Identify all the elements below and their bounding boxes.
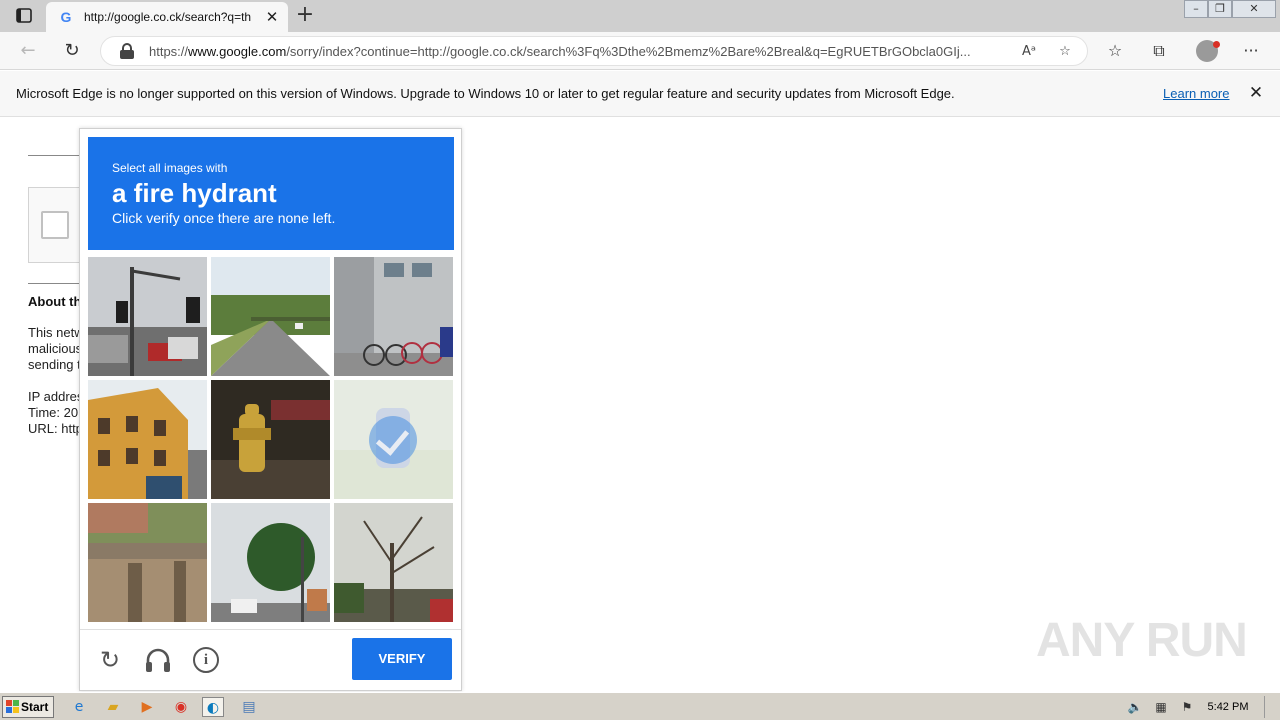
new-tab-button[interactable]: + — [294, 4, 316, 26]
media-player-icon[interactable]: ▶ — [136, 697, 158, 717]
system-tray: 🔈 ▦ ⚑ 5:42 PM — [1120, 696, 1276, 718]
more-menu-icon[interactable]: ··· — [1240, 40, 1262, 62]
divider — [28, 155, 84, 156]
footer-divider — [80, 629, 461, 630]
tab-strip: G http://google.co.ck/search?q=th ✕ + – … — [0, 0, 1280, 32]
edge-icon[interactable]: ◐ — [202, 697, 224, 717]
address-bar[interactable]: https://www.google.com/sorry/index?conti… — [100, 36, 1088, 66]
window-close-button[interactable]: ✕ — [1232, 0, 1276, 18]
url-text[interactable]: https://www.google.com/sorry/index?conti… — [149, 43, 1011, 61]
recaptcha-checkbox[interactable] — [41, 211, 69, 239]
clock[interactable]: 5:42 PM — [1204, 698, 1252, 716]
tile-street-with-trees[interactable] — [211, 503, 330, 622]
action-center-flag-icon[interactable]: ⚑ — [1178, 698, 1196, 716]
unsupported-windows-infobar: Microsoft Edge is no longer supported on… — [0, 71, 1280, 117]
profile-avatar[interactable] — [1196, 40, 1220, 62]
instruction-post: Click verify once there are none left. — [112, 210, 336, 226]
back-icon[interactable]: ← — [16, 39, 40, 63]
ie-icon[interactable]: e — [68, 697, 90, 717]
read-aloud-icon[interactable]: Aᵃ — [1019, 42, 1039, 62]
infobar-message: Microsoft Edge is no longer supported on… — [16, 86, 955, 101]
divider — [28, 283, 84, 284]
recaptcha-challenge: Select all images with a fire hydrant Cl… — [79, 128, 462, 691]
browser-toolbar: ← ↻ https://www.google.com/sorry/index?c… — [0, 32, 1280, 70]
tile-fire-hydrant-faded[interactable] — [334, 380, 453, 499]
show-desktop-button[interactable] — [1264, 696, 1272, 718]
add-favorite-icon[interactable]: ☆ — [1055, 42, 1075, 62]
verify-button[interactable]: VERIFY — [352, 638, 452, 680]
collections-icon[interactable]: ⧉ — [1148, 40, 1170, 62]
instruction-target: a fire hydrant — [112, 178, 277, 208]
notepad-icon[interactable]: ▤ — [238, 697, 260, 717]
tile-highway-road[interactable] — [211, 257, 330, 376]
infobar-close-icon[interactable]: ✕ — [1246, 83, 1266, 103]
audio-challenge-icon[interactable] — [143, 645, 173, 675]
tile-fire-hydrant[interactable] — [211, 380, 330, 499]
tile-bare-tree-street[interactable] — [334, 503, 453, 622]
volume-icon[interactable]: 🔈 — [1126, 698, 1144, 716]
notification-dot — [1213, 41, 1220, 48]
restore-button[interactable]: ❐ — [1208, 0, 1232, 18]
challenge-header: Select all images with a fire hydrant Cl… — [88, 137, 454, 250]
start-label: Start — [21, 700, 49, 714]
refresh-icon[interactable]: ↻ — [60, 39, 84, 63]
learn-more-link[interactable]: Learn more — [1163, 85, 1233, 103]
info-icon[interactable]: i — [193, 647, 219, 673]
reload-icon[interactable]: ↻ — [95, 645, 125, 675]
browser-tab[interactable]: G http://google.co.ck/search?q=th ✕ — [46, 2, 288, 32]
instruction-pre: Select all images with — [112, 161, 228, 175]
chrome-icon[interactable]: ◉ — [170, 697, 192, 717]
tile-stone-wall[interactable] — [88, 503, 207, 622]
windows-logo-icon — [6, 700, 20, 714]
network-icon[interactable]: ▦ — [1152, 698, 1170, 716]
lock-icon[interactable] — [119, 43, 135, 59]
minimize-button[interactable]: – — [1184, 0, 1208, 18]
tile-bicycles-by-building[interactable] — [334, 257, 453, 376]
tile-traffic-light-intersection[interactable] — [88, 257, 207, 376]
image-grid — [88, 257, 454, 623]
tile-yellow-building[interactable] — [88, 380, 207, 499]
tab-close-icon[interactable]: ✕ — [264, 8, 280, 26]
anyrun-watermark-logo: ANY RUN — [1036, 614, 1248, 667]
favorites-icon[interactable]: ☆ — [1104, 40, 1126, 62]
tab-actions-icon[interactable] — [12, 7, 36, 25]
folder-icon[interactable]: ▰ — [102, 697, 124, 717]
google-favicon-icon: G — [60, 9, 72, 25]
tab-title: http://google.co.ck/search?q=th — [84, 10, 252, 24]
selected-checkmark-icon — [369, 416, 417, 464]
windows-taskbar: Start e ▰ ▶ ◉ ◐ ▤ 🔈 ▦ ⚑ 5:42 PM — [0, 692, 1280, 720]
start-button[interactable]: Start — [2, 696, 54, 718]
